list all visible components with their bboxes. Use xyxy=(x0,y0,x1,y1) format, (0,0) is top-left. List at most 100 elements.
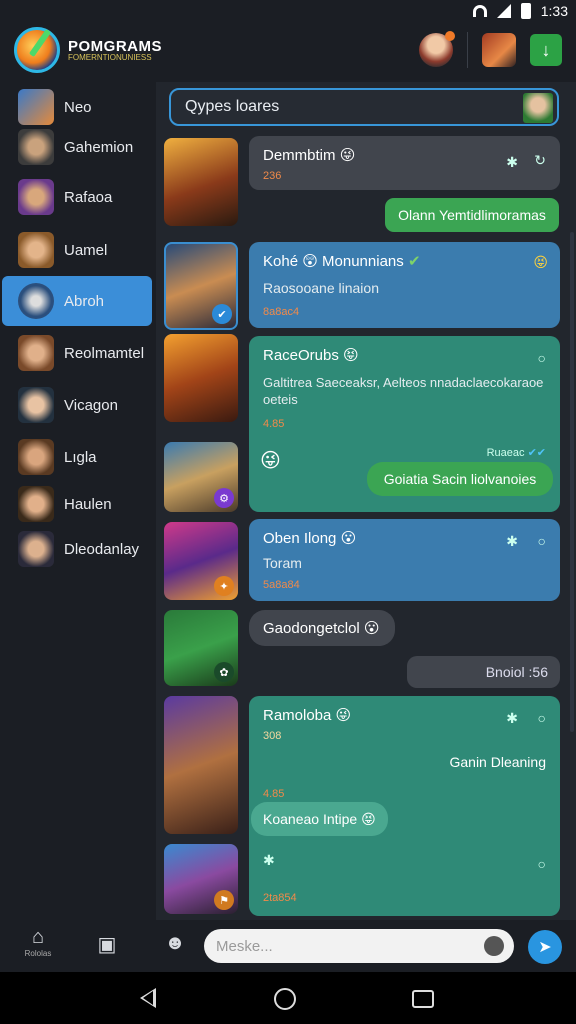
secondary-avatar[interactable] xyxy=(482,33,516,67)
sidebar-item-uamel[interactable]: Uamel xyxy=(2,225,152,275)
scrollbar[interactable] xyxy=(570,232,574,732)
sidebar-item-reolmamtel[interactable]: Reolmamtel xyxy=(2,328,152,378)
send-icon: ➤ xyxy=(538,939,552,956)
home-circle-icon[interactable] xyxy=(274,988,296,1010)
app-logo-icon[interactable] xyxy=(14,27,60,73)
message-bubble[interactable]: Gaodongetclol 😮 xyxy=(249,610,395,646)
home-nav-label: Rololas xyxy=(24,949,52,958)
sidebar-item-vicagon[interactable]: Vicagon xyxy=(2,380,152,430)
sidebar-item-dleodanlay[interactable]: Dleodanlay xyxy=(2,524,152,574)
sidebar-item-abroh[interactable]: Abroh xyxy=(2,276,152,326)
search-avatar[interactable] xyxy=(523,93,553,123)
sidebar-item-label: Reolmamtel xyxy=(64,344,145,362)
recent-apps-icon[interactable] xyxy=(412,990,434,1008)
sidebar-item-gahemion[interactable]: Gahemion xyxy=(2,122,152,172)
home-icon: ⌂ xyxy=(31,926,45,948)
options-icon[interactable]: ○ xyxy=(538,533,546,549)
message-input[interactable]: Meske... xyxy=(204,929,514,963)
verified-icon: ✔ xyxy=(212,304,232,324)
character-portrait[interactable]: ✦ xyxy=(164,522,238,600)
message-bubble[interactable]: Kohé 😲 Monunnians ✔ Raosooane linaion 8a… xyxy=(249,242,560,328)
sent-message[interactable]: Bnoiol :56 xyxy=(407,656,560,688)
pin-icon[interactable]: ✱ xyxy=(506,710,518,727)
sidebar-item-label: Rafaoa xyxy=(64,188,113,206)
badge-icon: ⚙ xyxy=(214,488,234,508)
message-meta: 2ta854 xyxy=(263,892,297,904)
avatar-button[interactable]: ☻ xyxy=(158,932,192,955)
sidebar-item-label: Neo xyxy=(64,98,92,116)
sidebar-avatar xyxy=(18,89,54,125)
character-portrait[interactable]: ✿ xyxy=(164,610,238,686)
camera-button[interactable]: ▣ xyxy=(90,932,124,957)
wifi-icon xyxy=(472,5,487,17)
emoji-icon[interactable]: 😝 xyxy=(533,254,548,271)
character-portrait[interactable] xyxy=(164,334,238,422)
reply-message[interactable]: Goiatia Sacin liolvanoies xyxy=(367,462,553,496)
download-icon: ↓ xyxy=(541,39,551,60)
badge-icon: ⚑ xyxy=(214,890,234,910)
message-subtitle: Raosooane linaion xyxy=(263,280,379,296)
chat-panel: Qypes loares ✔ ⚙ ✦ ✿ ⚑ Demmbtim 😜 236 ✱ … xyxy=(156,82,576,920)
home-nav-button[interactable]: ⌂ Rololas xyxy=(18,926,58,958)
sidebar-avatar xyxy=(18,283,54,319)
pin-icon[interactable]: ✱ xyxy=(506,533,518,550)
message-meta: 5a8a84 xyxy=(263,579,300,591)
sent-message-text: Olann Yemtidlimoramas xyxy=(398,207,546,223)
download-button[interactable]: ↓ xyxy=(530,34,562,66)
character-portrait[interactable]: ✔ xyxy=(164,242,238,330)
sidebar-avatar xyxy=(18,531,54,567)
message-title: Kohé 😲 Monunnians ✔ xyxy=(263,253,421,270)
sent-message[interactable]: Olann Yemtidlimoramas xyxy=(385,198,559,232)
camera-icon: ▣ xyxy=(97,934,117,956)
message-text: Ganin Dleaning xyxy=(449,754,546,770)
search-input[interactable]: Qypes loares xyxy=(169,88,559,126)
options-icon[interactable]: ○ xyxy=(538,350,546,366)
sidebar-item-label: Vicagon xyxy=(64,396,118,414)
sidebar-avatar xyxy=(18,387,54,423)
message-title: Oben Ilong 😮 xyxy=(263,530,357,547)
refresh-icon[interactable]: ↻ xyxy=(534,152,546,169)
reaction-emoji-icon[interactable]: 😜 xyxy=(260,448,281,473)
options-icon[interactable]: ○ xyxy=(538,856,546,872)
sidebar-avatar xyxy=(18,232,54,268)
send-button[interactable]: ➤ xyxy=(528,930,562,964)
profile-avatar[interactable] xyxy=(419,31,455,67)
character-portrait[interactable]: ⚙ xyxy=(164,442,238,512)
sidebar-item-label: Haulen xyxy=(64,495,112,513)
character-portrait[interactable] xyxy=(164,138,238,226)
message-bubble[interactable]: Demmbtim 😜 236 ✱ ↻ xyxy=(249,136,560,190)
signal-icon xyxy=(496,4,511,18)
message-body: Galtitrea Saeceaksr, Aelteos nnadaclaeco… xyxy=(263,375,544,407)
sidebar-item-haulen[interactable]: Haulen xyxy=(2,479,152,529)
message-placeholder: Meske... xyxy=(216,937,273,955)
sent-message-text: Bnoiol :56 xyxy=(485,664,548,680)
back-icon[interactable] xyxy=(140,988,156,1008)
battery-icon xyxy=(520,3,531,19)
divider xyxy=(467,32,468,68)
message-meta: 4.85 xyxy=(263,418,285,430)
character-portrait[interactable] xyxy=(164,696,238,834)
pin-icon[interactable]: ✱ xyxy=(506,154,518,171)
sidebar-avatar xyxy=(18,129,54,165)
sidebar-avatar xyxy=(18,439,54,475)
brand: POMGRAMS FOMERNTIONUNIESS xyxy=(68,39,162,62)
sidebar-item-label: Uamel xyxy=(64,241,108,259)
user-icon: ☻ xyxy=(164,932,186,954)
options-icon[interactable]: ○ xyxy=(538,710,546,726)
message-title: Gaodongetclol 😮 xyxy=(263,620,380,637)
message-meta: 236 xyxy=(263,170,282,182)
character-portrait[interactable]: ⚑ xyxy=(164,844,238,914)
system-navigation xyxy=(0,972,576,1024)
pin-icon[interactable]: ✱ xyxy=(263,852,275,869)
sidebar-avatar xyxy=(18,486,54,522)
message-subtitle: Toram xyxy=(263,555,302,571)
sidebar-item-ligla[interactable]: Lıgla xyxy=(2,432,152,482)
message-bubble[interactable]: Oben Ilong 😮 Toram 5a8a84 ✱ ○ xyxy=(249,519,560,601)
sidebar-item-rafaoa[interactable]: Rafaoa xyxy=(2,172,152,222)
message-bubble[interactable]: Ramoloba 😜 308 ✱ ○ Ganin Dleaning 4.85 K… xyxy=(249,696,560,916)
attachment-icon[interactable] xyxy=(484,936,504,956)
message-title: Ramoloba 😜 xyxy=(263,707,352,724)
sidebar-avatar xyxy=(18,335,54,371)
sidebar-avatar xyxy=(18,179,54,215)
inner-reply[interactable]: Koaneao Intipe 😝 xyxy=(251,802,388,836)
